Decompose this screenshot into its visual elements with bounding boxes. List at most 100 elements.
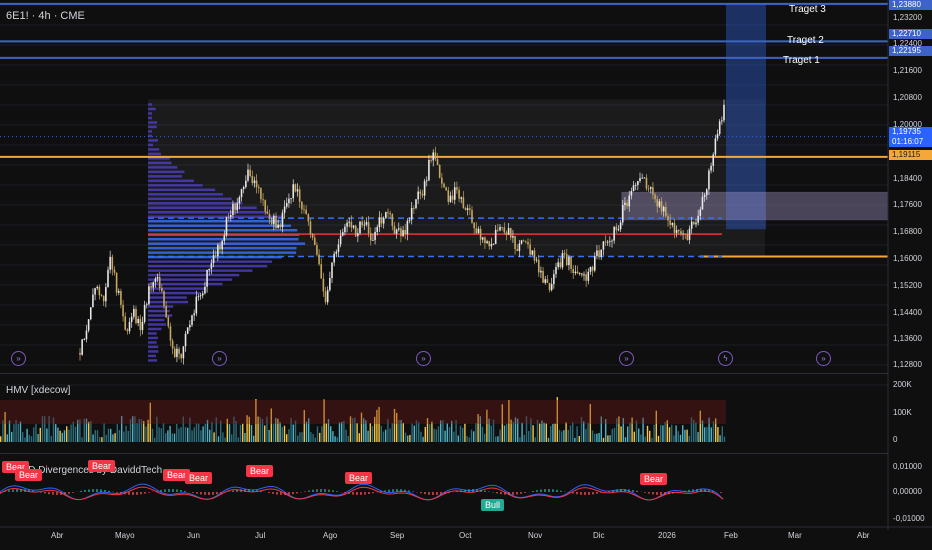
candle-body bbox=[435, 152, 437, 159]
volume-bar bbox=[66, 426, 67, 442]
candle-body bbox=[422, 194, 424, 196]
volume-bar bbox=[449, 427, 450, 442]
time-tick: Jul bbox=[255, 531, 265, 540]
volume-bar bbox=[528, 431, 529, 442]
volume-bar bbox=[187, 428, 188, 442]
event-marker-icon[interactable]: » bbox=[416, 351, 431, 366]
macd-histogram-bar bbox=[592, 492, 594, 494]
candle-body bbox=[663, 207, 665, 212]
volume-bar bbox=[689, 436, 690, 442]
macd-histogram-bar bbox=[424, 492, 426, 494]
volume-bar bbox=[425, 427, 426, 442]
volume-bar bbox=[658, 436, 659, 442]
volume-bar bbox=[719, 435, 720, 442]
event-marker-icon[interactable]: » bbox=[212, 351, 227, 366]
candle-body bbox=[637, 181, 639, 185]
volume-bar bbox=[273, 424, 274, 442]
volume-profile-bar bbox=[148, 319, 164, 322]
volume-bar bbox=[37, 434, 38, 442]
candle-body bbox=[118, 291, 120, 293]
volume-bar bbox=[372, 426, 373, 442]
macd-histogram-bar bbox=[240, 489, 242, 492]
volume-bar bbox=[119, 430, 120, 442]
candle-body bbox=[383, 218, 385, 223]
event-marker-icon[interactable]: » bbox=[11, 351, 26, 366]
candle-body bbox=[538, 260, 540, 273]
target-2-label: Traget 2 bbox=[787, 35, 824, 46]
macd-histogram-bar bbox=[696, 489, 698, 492]
macd-histogram-bar bbox=[24, 489, 26, 492]
candle-body bbox=[495, 230, 497, 244]
volume-bar bbox=[51, 436, 52, 442]
volume-bar bbox=[495, 436, 496, 442]
candle-body bbox=[540, 271, 542, 273]
volume-bar bbox=[264, 426, 265, 442]
volume-bar bbox=[594, 434, 595, 442]
volume-bar bbox=[717, 427, 718, 442]
candle-body bbox=[152, 282, 154, 287]
candle-body bbox=[672, 223, 674, 225]
macd-histogram-bar bbox=[364, 492, 366, 495]
volume-bar bbox=[409, 435, 410, 442]
candle-body bbox=[544, 279, 546, 283]
volume-bar bbox=[612, 429, 613, 442]
macd-histogram-bar bbox=[276, 492, 278, 495]
target-3-label: Traget 3 bbox=[789, 4, 826, 15]
candle-body bbox=[247, 170, 249, 181]
pane-divider[interactable] bbox=[0, 453, 888, 454]
volume-bar bbox=[664, 422, 665, 442]
candle-body bbox=[239, 197, 241, 203]
candle-body bbox=[79, 353, 81, 355]
volume-bar bbox=[244, 433, 245, 442]
candle-body bbox=[258, 187, 260, 188]
bull-signal-badge: Bull bbox=[481, 499, 504, 511]
event-marker-icon[interactable]: » bbox=[619, 351, 634, 366]
macd-histogram-bar bbox=[484, 491, 486, 492]
candle-body bbox=[717, 134, 719, 139]
volume-bar bbox=[92, 434, 93, 442]
candle-body bbox=[656, 199, 658, 206]
candle-body bbox=[723, 105, 725, 121]
macd-histogram-bar bbox=[124, 492, 126, 494]
macd-histogram-bar bbox=[504, 492, 506, 495]
lightning-event-icon[interactable]: ϟ bbox=[718, 351, 733, 366]
candle-body bbox=[376, 227, 378, 232]
volume-profile-bar bbox=[148, 359, 157, 362]
candle-body bbox=[564, 253, 566, 254]
candle-body bbox=[191, 315, 193, 324]
hmv-indicator-label[interactable]: HMV [xdecow] bbox=[6, 385, 70, 396]
macd-histogram-bar bbox=[128, 492, 130, 495]
candle-body bbox=[359, 222, 361, 233]
volume-profile-bar bbox=[148, 269, 252, 272]
candle-body bbox=[286, 203, 288, 206]
candle-body bbox=[409, 220, 411, 221]
pane-divider[interactable] bbox=[0, 373, 888, 374]
price-tick: 1,20800 bbox=[893, 93, 922, 102]
macd-histogram-bar bbox=[40, 492, 42, 493]
price-tick: 1,13600 bbox=[893, 334, 922, 343]
candle-body bbox=[661, 201, 663, 211]
candle-body bbox=[402, 230, 404, 236]
candle-body bbox=[101, 295, 103, 296]
volume-bar bbox=[185, 427, 186, 442]
volume-bar bbox=[321, 426, 322, 442]
volume-bar bbox=[334, 436, 335, 442]
candle-body bbox=[290, 198, 292, 199]
candle-body bbox=[484, 237, 486, 243]
candle-body bbox=[120, 291, 122, 305]
candle-body bbox=[702, 197, 704, 210]
candle-body bbox=[588, 272, 590, 281]
volume-bar bbox=[464, 424, 465, 442]
candle-body bbox=[594, 256, 596, 271]
candle-body bbox=[94, 288, 96, 294]
volume-bar bbox=[348, 436, 349, 442]
ticker-label[interactable]: 6E1! · 4h · CME bbox=[6, 10, 85, 22]
macd-histogram-bar bbox=[12, 489, 14, 492]
macd-histogram-bar bbox=[356, 492, 358, 495]
candle-body bbox=[547, 279, 549, 283]
volume-profile-bar bbox=[148, 108, 156, 111]
event-marker-icon[interactable]: » bbox=[816, 351, 831, 366]
macd-histogram-bar bbox=[448, 492, 450, 493]
candle-body bbox=[654, 195, 656, 200]
candle-body bbox=[407, 221, 409, 234]
